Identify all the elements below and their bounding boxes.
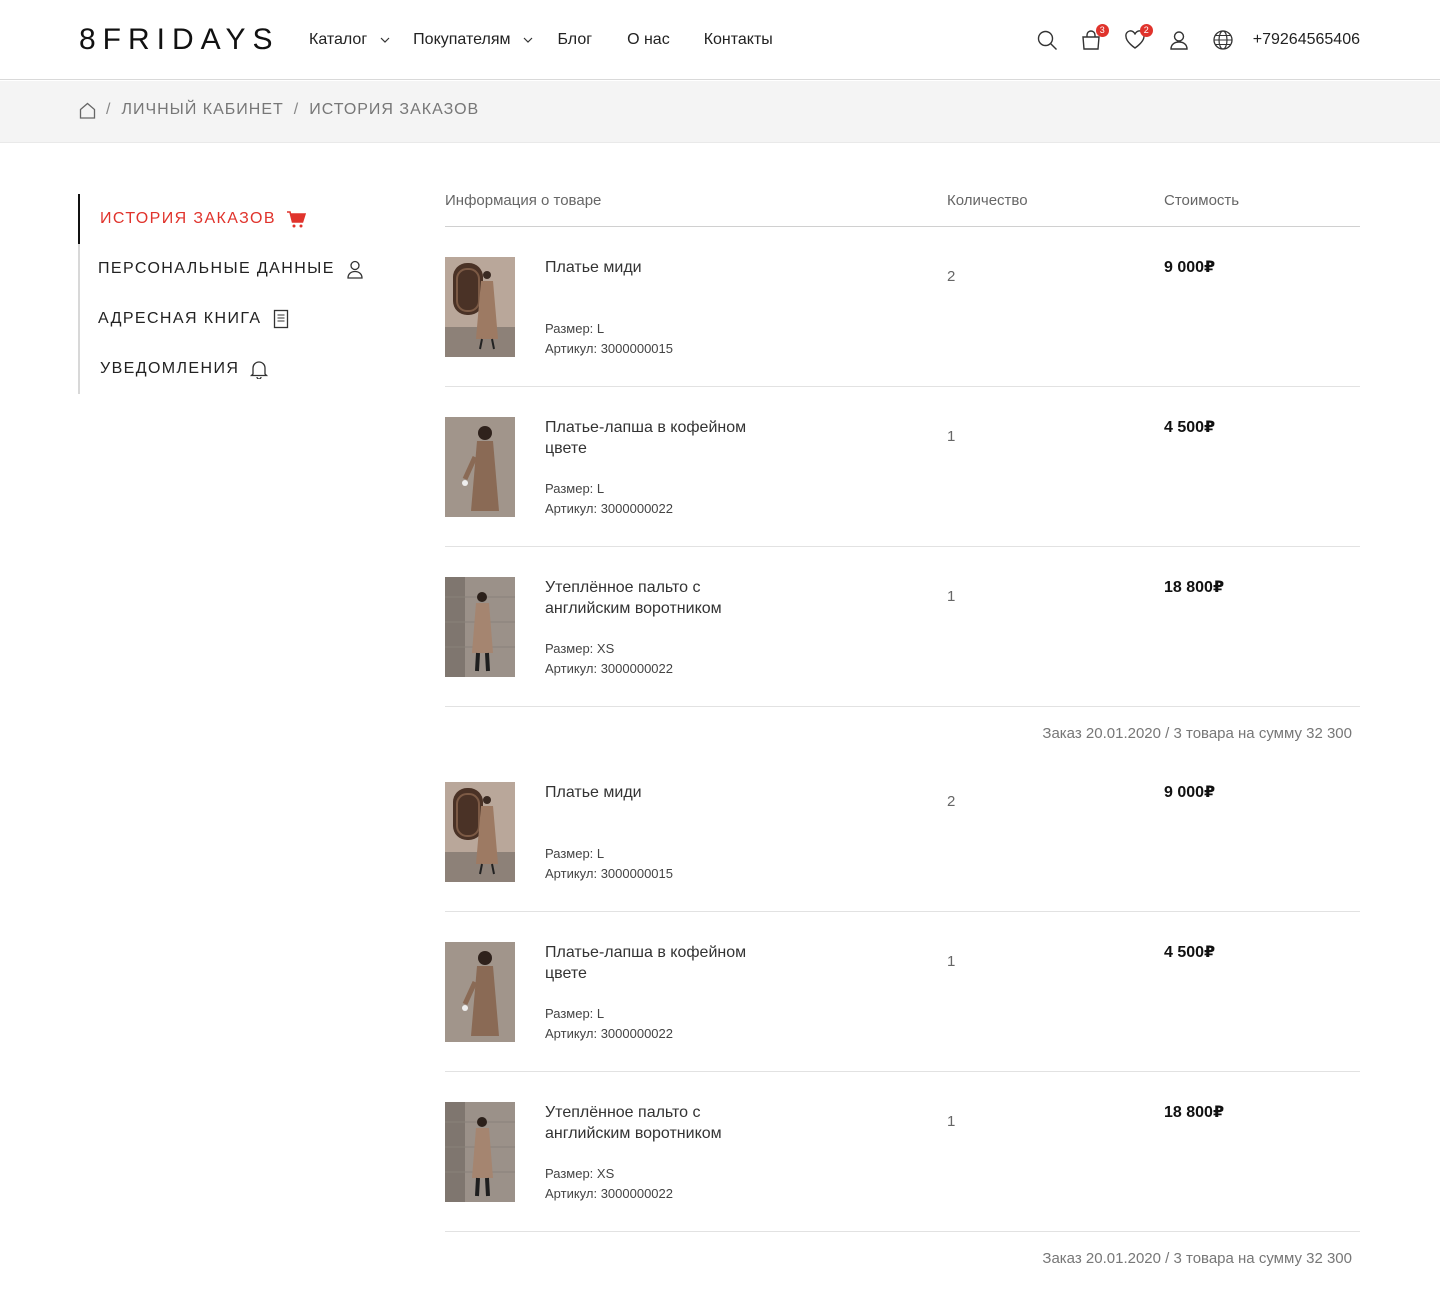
user-icon bbox=[345, 259, 365, 279]
wishlist-button[interactable]: 2 bbox=[1123, 24, 1153, 52]
cart-icon bbox=[286, 209, 306, 229]
sidebar-item-label: АДРЕСНАЯ КНИГА bbox=[98, 310, 262, 327]
product-quantity: 1 bbox=[947, 588, 956, 605]
nav-blog[interactable]: Блог bbox=[557, 31, 592, 49]
product-price: 9 000₽ bbox=[1164, 259, 1216, 276]
sidebar-item-notifications[interactable]: УВЕДОМЛЕНИЯ bbox=[80, 344, 378, 394]
nav-contacts[interactable]: Контакты bbox=[704, 31, 773, 49]
product-name[interactable]: Утеплённое пальто с английским воротнико… bbox=[545, 1102, 785, 1144]
nav-catalog[interactable]: Каталог bbox=[309, 31, 391, 49]
account-sidebar: ИСТОРИЯ ЗАКАЗОВ ПЕРСОНАЛЬНЫЕ ДАННЫЕ АДРЕ… bbox=[78, 194, 378, 394]
order-summary-text: Заказ 20.01.2020 / 3 товара на сумму 32 … bbox=[1042, 725, 1352, 742]
logo[interactable]: 8FRIDAYS bbox=[79, 24, 279, 56]
wishlist-count-badge: 2 bbox=[1139, 24, 1153, 37]
product-price: 9 000₽ bbox=[1164, 784, 1216, 801]
nav-contacts-label: Контакты bbox=[703, 31, 773, 48]
product-sku: Артикул: 3000000015 bbox=[545, 866, 673, 881]
order-history: Информация о товаре Количество Стоимость… bbox=[445, 180, 1360, 1287]
order-summary-text: Заказ 20.01.2020 / 3 товара на сумму 32 … bbox=[1042, 1250, 1352, 1267]
product-sku: Артикул: 3000000022 bbox=[545, 501, 673, 516]
chevron-down-icon bbox=[379, 34, 391, 46]
search-icon[interactable] bbox=[1035, 28, 1059, 52]
product-size: Размер: XS bbox=[545, 641, 615, 656]
book-icon bbox=[271, 309, 291, 329]
order-summary: Заказ 20.01.2020 / 3 товара на сумму 32 … bbox=[445, 707, 1360, 762]
home-icon[interactable] bbox=[79, 102, 96, 119]
user-icon[interactable] bbox=[1167, 28, 1191, 52]
order-item-row: Платье-лапша в кофейном цвете Размер: L … bbox=[445, 387, 1360, 547]
breadcrumb: / ЛИЧНЫЙ КАБИНЕТ / ИСТОРИЯ ЗАКАЗОВ bbox=[79, 101, 479, 119]
sidebar-item-label: УВЕДОМЛЕНИЯ bbox=[100, 360, 240, 377]
product-quantity: 2 bbox=[947, 793, 956, 810]
product-price: 18 800₽ bbox=[1164, 1104, 1225, 1121]
product-name[interactable]: Платье-лапша в кофейном цвете bbox=[545, 417, 785, 459]
main-nav: Каталог Покупателям Блог О нас Контакты bbox=[309, 30, 773, 50]
product-size: Размер: L bbox=[545, 321, 605, 336]
breadcrumb-bar: / ЛИЧНЫЙ КАБИНЕТ / ИСТОРИЯ ЗАКАЗОВ bbox=[0, 81, 1440, 143]
breadcrumb-account[interactable]: ЛИЧНЫЙ КАБИНЕТ bbox=[121, 101, 283, 119]
site-header: 8FRIDAYS Каталог Покупателям Блог О нас … bbox=[0, 0, 1440, 80]
order-item-row: Платье миди Размер: L Артикул: 300000001… bbox=[445, 227, 1360, 387]
product-thumbnail[interactable] bbox=[445, 942, 515, 1042]
nav-customers-label: Покупателям bbox=[413, 31, 511, 48]
product-quantity: 2 bbox=[947, 268, 956, 285]
sidebar-item-order-history[interactable]: ИСТОРИЯ ЗАКАЗОВ bbox=[78, 194, 378, 244]
product-size: Размер: L bbox=[545, 846, 605, 861]
product-thumbnail[interactable] bbox=[445, 417, 515, 517]
product-size: Размер: XS bbox=[545, 1166, 615, 1181]
product-name[interactable]: Утеплённое пальто с английским воротнико… bbox=[545, 577, 785, 619]
product-name[interactable]: Платье-лапша в кофейном цвете bbox=[545, 942, 785, 984]
product-sku: Артикул: 3000000022 bbox=[545, 1186, 673, 1201]
sidebar-item-personal-data[interactable]: ПЕРСОНАЛЬНЫЕ ДАННЫЕ bbox=[80, 244, 378, 294]
nav-customers[interactable]: Покупателям bbox=[413, 31, 534, 49]
order-item-row: Платье-лапша в кофейном цвете Размер: L … bbox=[445, 912, 1360, 1072]
header-actions: 3 2 +79264565406 bbox=[1015, 24, 1360, 52]
column-header-info: Информация о товаре bbox=[445, 192, 602, 209]
breadcrumb-separator: / bbox=[106, 101, 112, 118]
product-price: 4 500₽ bbox=[1164, 419, 1216, 436]
product-thumbnail[interactable] bbox=[445, 257, 515, 357]
product-price: 18 800₽ bbox=[1164, 579, 1225, 596]
order-item-row: Утеплённое пальто с английским воротнико… bbox=[445, 1072, 1360, 1232]
nav-blog-label: Блог bbox=[557, 31, 593, 48]
product-thumbnail[interactable] bbox=[445, 782, 515, 882]
column-header-qty: Количество bbox=[947, 192, 1028, 209]
nav-about-label: О нас bbox=[627, 31, 670, 48]
sidebar-item-label: ПЕРСОНАЛЬНЫЕ ДАННЫЕ bbox=[98, 260, 335, 277]
sidebar-item-address-book[interactable]: АДРЕСНАЯ КНИГА bbox=[80, 294, 378, 344]
product-name[interactable]: Платье миди bbox=[545, 782, 785, 803]
breadcrumb-current: ИСТОРИЯ ЗАКАЗОВ bbox=[309, 101, 480, 118]
breadcrumb-separator: / bbox=[293, 101, 300, 118]
phone-link[interactable]: +79264565406 bbox=[1253, 31, 1360, 49]
product-quantity: 1 bbox=[947, 428, 956, 445]
product-size: Размер: L bbox=[545, 1006, 605, 1021]
nav-catalog-label: Каталог bbox=[309, 31, 368, 48]
column-header-price: Стоимость bbox=[1164, 192, 1240, 209]
order-summary: Заказ 20.01.2020 / 3 товара на сумму 32 … bbox=[445, 1232, 1360, 1287]
product-thumbnail[interactable] bbox=[445, 577, 515, 677]
sidebar-item-label: ИСТОРИЯ ЗАКАЗОВ bbox=[100, 210, 276, 227]
order-item-row: Утеплённое пальто с английским воротнико… bbox=[445, 547, 1360, 707]
product-quantity: 1 bbox=[947, 1113, 956, 1130]
product-size: Размер: L bbox=[545, 481, 605, 496]
cart-button[interactable]: 3 bbox=[1079, 24, 1109, 52]
product-name[interactable]: Платье миди bbox=[545, 257, 785, 278]
product-sku: Артикул: 3000000015 bbox=[545, 341, 673, 356]
bell-icon bbox=[249, 359, 269, 379]
product-price: 4 500₽ bbox=[1164, 944, 1216, 961]
product-quantity: 1 bbox=[947, 953, 956, 970]
product-sku: Артикул: 3000000022 bbox=[545, 1026, 673, 1041]
product-thumbnail[interactable] bbox=[445, 1102, 515, 1202]
order-item-row: Платье миди Размер: L Артикул: 300000001… bbox=[445, 762, 1360, 912]
table-header: Информация о товаре Количество Стоимость bbox=[445, 180, 1360, 227]
globe-icon[interactable] bbox=[1211, 28, 1235, 52]
product-sku: Артикул: 3000000022 bbox=[545, 661, 673, 676]
cart-count-badge: 3 bbox=[1095, 24, 1109, 37]
nav-about[interactable]: О нас bbox=[627, 31, 670, 49]
chevron-down-icon bbox=[522, 34, 534, 46]
